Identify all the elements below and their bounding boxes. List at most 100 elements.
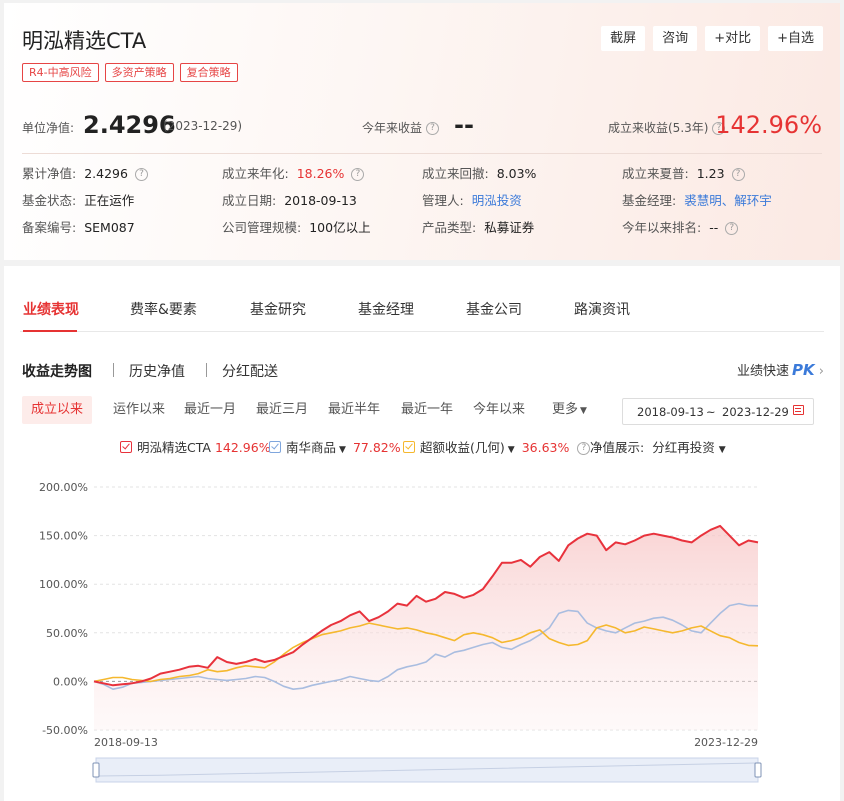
y-tick-label: 100.00%	[39, 578, 88, 591]
range-ytd[interactable]: 今年以来	[473, 396, 525, 424]
checkbox-icon[interactable]	[403, 441, 415, 453]
active-tab-indicator	[23, 330, 77, 332]
info-value: 正在运作	[84, 193, 135, 208]
info-label: 成立日期:	[222, 193, 277, 208]
consult-button[interactable]: 咨询	[653, 26, 698, 51]
info-value: SEM087	[84, 220, 135, 235]
quick-pk-link[interactable]: 业绩快速 PK ›	[737, 360, 824, 379]
subtab-return-trend[interactable]: 收益走势图	[22, 361, 92, 381]
checkbox-icon[interactable]	[269, 441, 281, 453]
y-tick-label: 200.00%	[39, 481, 88, 494]
fund-header-card: 明泓精选CTA R4-中高风险 多资产策略 复合策略 截屏 咨询 +对比 +自选…	[4, 3, 840, 260]
info-cell: 管理人: 明泓投资	[422, 190, 522, 209]
info-label: 成立来夏普:	[622, 166, 689, 181]
tab-research[interactable]: 基金研究	[250, 299, 306, 319]
info-cell: 产品类型: 私募证券	[422, 217, 534, 236]
ytd-return-label: 今年来收益?	[362, 119, 440, 136]
fund-title: 明泓精选CTA	[22, 29, 147, 53]
caret-down-icon[interactable]: ▼	[508, 445, 515, 455]
info-label: 管理人:	[422, 193, 464, 208]
range-6m[interactable]: 最近半年	[328, 396, 380, 424]
fund-area	[94, 525, 758, 730]
zoom-slider-handle[interactable]	[754, 762, 762, 778]
y-tick-label: 50.00%	[46, 627, 88, 640]
info-cell: 成立日期: 2018-09-13	[222, 190, 357, 209]
range-since-inception[interactable]: 成立以来	[22, 396, 93, 424]
separator	[113, 363, 114, 377]
info-cell: 公司管理规模: 100亿以上	[222, 217, 371, 236]
x-tick-label: 2023-12-29	[694, 736, 758, 749]
checkbox-icon[interactable]	[120, 441, 132, 453]
info-label: 今年以来排名:	[622, 220, 702, 235]
tab-performance[interactable]: 业绩表现	[23, 299, 79, 319]
chevron-right-icon: ›	[818, 364, 824, 379]
date-from[interactable]: 2018-09-13	[637, 405, 704, 419]
range-1y[interactable]: 最近一年	[401, 396, 453, 424]
watchlist-button[interactable]: +自选	[768, 26, 823, 51]
tab-fees[interactable]: 费率&要素	[130, 299, 197, 319]
y-tick-label: -50.00%	[42, 724, 88, 737]
info-cell: 今年以来排名: --?	[622, 217, 739, 236]
subtab-dividends[interactable]: 分红配送	[222, 361, 278, 381]
caret-down-icon[interactable]: ▼	[339, 445, 346, 455]
range-since-operation[interactable]: 运作以来	[113, 396, 165, 424]
date-range-picker[interactable]: 2018-09-13 ~ 2023-12-29	[622, 398, 814, 425]
caret-down-icon: ▼	[718, 445, 726, 455]
info-row: 累计净值: 2.4296? 成立来年化: 18.26%? 成立来回撤: 8.03% 成立来夏…	[22, 163, 822, 190]
y-tick-label: 150.00%	[39, 530, 88, 543]
zoom-slider-handle[interactable]	[92, 762, 100, 778]
subtab-nav-history[interactable]: 历史净值	[129, 361, 185, 381]
divider	[22, 153, 822, 154]
performance-card: 业绩表现 费率&要素 基金研究 基金经理 基金公司 路演资讯 收益走势图 历史净…	[4, 266, 840, 801]
risk-tag: R4-中高风险	[22, 63, 99, 82]
strategy-tag: 复合策略	[179, 63, 238, 82]
since-inception-label: 成立来收益(5.3年)?	[608, 119, 726, 136]
help-icon[interactable]: ?	[725, 222, 739, 235]
info-cell: 成立来年化: 18.26%?	[222, 163, 365, 182]
screenshot-button[interactable]: 截屏	[601, 26, 646, 51]
help-icon[interactable]: ?	[426, 122, 440, 135]
info-label: 备案编号:	[22, 220, 77, 235]
info-label: 公司管理规模:	[222, 220, 302, 235]
date-to[interactable]: 2023-12-29	[722, 405, 789, 419]
info-cell: 成立来回撤: 8.03%	[422, 163, 536, 182]
info-value[interactable]: 裘慧明、解环宇	[684, 193, 772, 208]
help-icon[interactable]: ?	[577, 442, 591, 455]
separator	[206, 363, 207, 377]
info-value: 2018-09-13	[284, 193, 357, 208]
help-icon[interactable]: ?	[731, 168, 745, 181]
help-icon[interactable]: ?	[134, 168, 148, 181]
info-label: 成立来年化:	[222, 166, 289, 181]
info-label: 基金经理:	[622, 193, 677, 208]
info-cell: 累计净值: 2.4296?	[22, 163, 148, 182]
range-1m[interactable]: 最近一月	[184, 396, 236, 424]
risk-tags: R4-中高风险 多资产策略 复合策略	[22, 63, 238, 82]
tab-company[interactable]: 基金公司	[466, 299, 522, 319]
x-tick-label: 2018-09-13	[94, 736, 158, 749]
info-label: 产品类型:	[422, 220, 477, 235]
legend-benchmark[interactable]: 南华商品 ▼ 77.82%	[269, 437, 401, 456]
info-value: 2.4296	[84, 166, 128, 181]
info-row: 基金状态: 正在运作 成立日期: 2018-09-13 管理人: 明泓投资 基金经理: 裘慧明…	[22, 190, 822, 217]
help-icon[interactable]: ?	[351, 168, 365, 181]
caret-down-icon: ▼	[580, 406, 587, 416]
info-cell: 基金经理: 裘慧明、解环宇	[622, 190, 772, 209]
calendar-icon[interactable]	[793, 405, 804, 415]
nav-label: 单位净值:	[22, 121, 75, 135]
legend-excess[interactable]: 超额收益(几何) ▼ 36.63%?	[403, 437, 591, 456]
tab-roadshow[interactable]: 路演资讯	[574, 299, 630, 319]
range-3m[interactable]: 最近三月	[256, 396, 308, 424]
legend-fund[interactable]: 明泓精选CTA 142.96%	[120, 437, 271, 456]
nav-summary: 单位净值: 2.4296 (2023-12-29) 今年来收益? -- 成立来收…	[22, 111, 822, 141]
range-more-dropdown[interactable]: 更多 ▼	[552, 396, 587, 424]
return-trend-chart[interactable]: 200.00% 150.00% 100.00% 50.00% 0.00% -50.00% 2…	[4, 471, 840, 801]
info-value[interactable]: 明泓投资	[472, 193, 522, 208]
compare-button[interactable]: +对比	[705, 26, 761, 51]
info-label: 累计净值:	[22, 166, 77, 181]
action-buttons: 截屏 咨询 +对比 +自选	[601, 26, 823, 51]
strategy-tag: 多资产策略	[104, 63, 174, 82]
ytd-return-value: --	[454, 111, 474, 139]
tab-manager[interactable]: 基金经理	[358, 299, 414, 319]
date-separator: ~	[706, 405, 716, 419]
nav-display-selector[interactable]: 净值展示: 分红再投资 ▼	[590, 437, 726, 456]
